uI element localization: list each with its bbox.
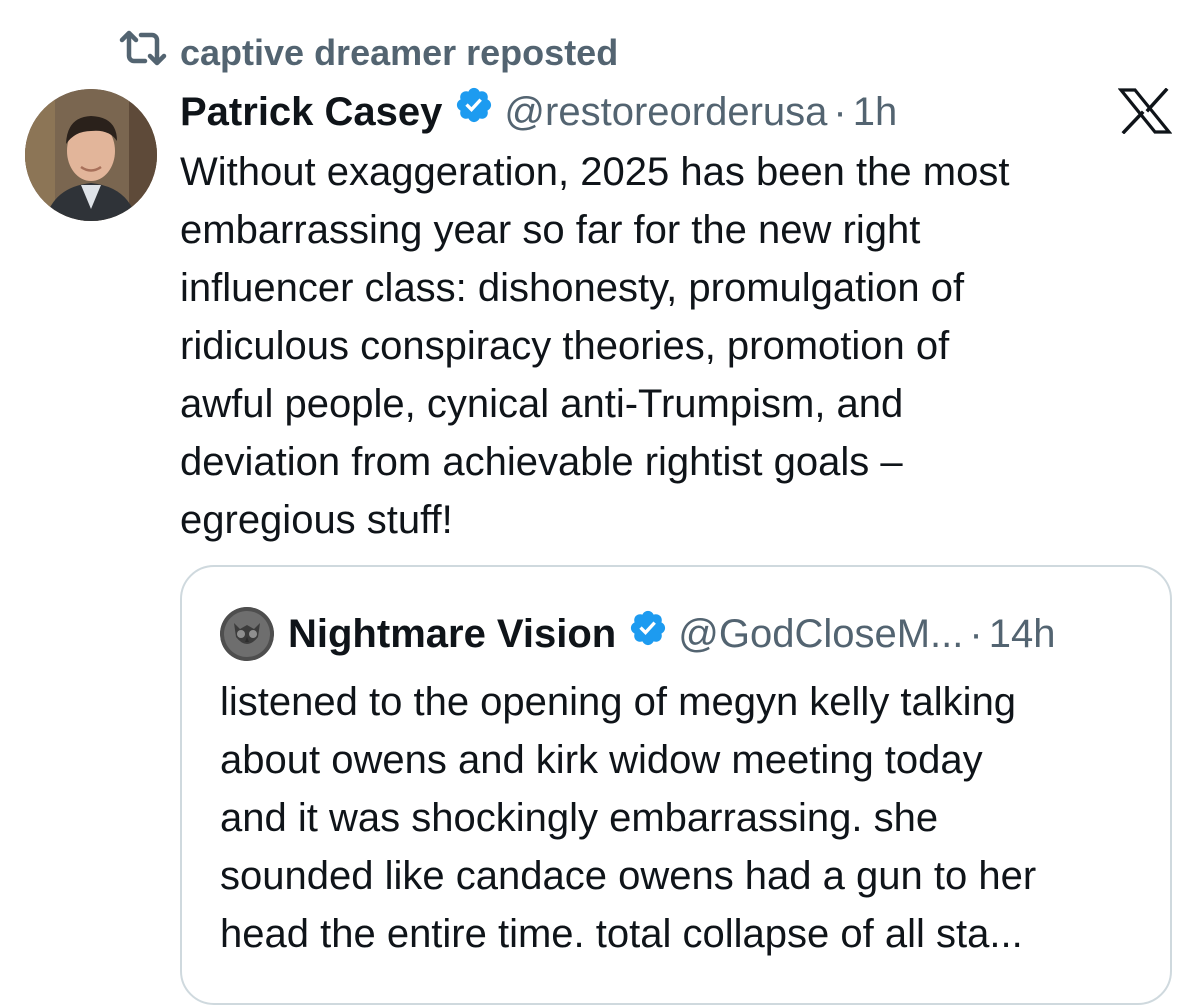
verified-badge-icon [616,608,678,661]
author-name[interactable]: Patrick Casey [180,86,442,138]
quoted-tweet-card[interactable]: Nightmare Vision @GodCloseM... · 14h lis… [180,565,1172,1005]
quoted-tweet-timestamp[interactable]: 14h [989,608,1056,660]
quoted-author-avatar[interactable] [220,607,274,661]
repost-indicator[interactable]: captive dreamer reposted [118,28,618,77]
verified-badge-icon [442,85,504,138]
tweet-header: Patrick Casey @restoreorderusa · 1h [180,85,897,138]
quoted-author-name[interactable]: Nightmare Vision [288,608,616,660]
tweet-timestamp[interactable]: 1h [853,86,898,138]
x-logo-icon[interactable] [1117,87,1173,135]
quoted-tweet-text: listened to the opening of megyn kelly t… [220,680,1037,956]
repost-label: captive dreamer reposted [180,31,619,73]
quoted-author-handle[interactable]: @GodCloseM... [678,608,963,660]
author-avatar[interactable] [25,89,157,221]
repost-icon [118,28,168,77]
separator-dot: · [833,89,847,134]
separator-dot: · [969,612,983,656]
tweet-text: Without exaggeration, 2025 has been the … [180,150,1010,542]
quoted-tweet-header: Nightmare Vision @GodCloseM... · 14h [220,607,1055,661]
author-handle[interactable]: @restoreorderusa [504,86,827,138]
